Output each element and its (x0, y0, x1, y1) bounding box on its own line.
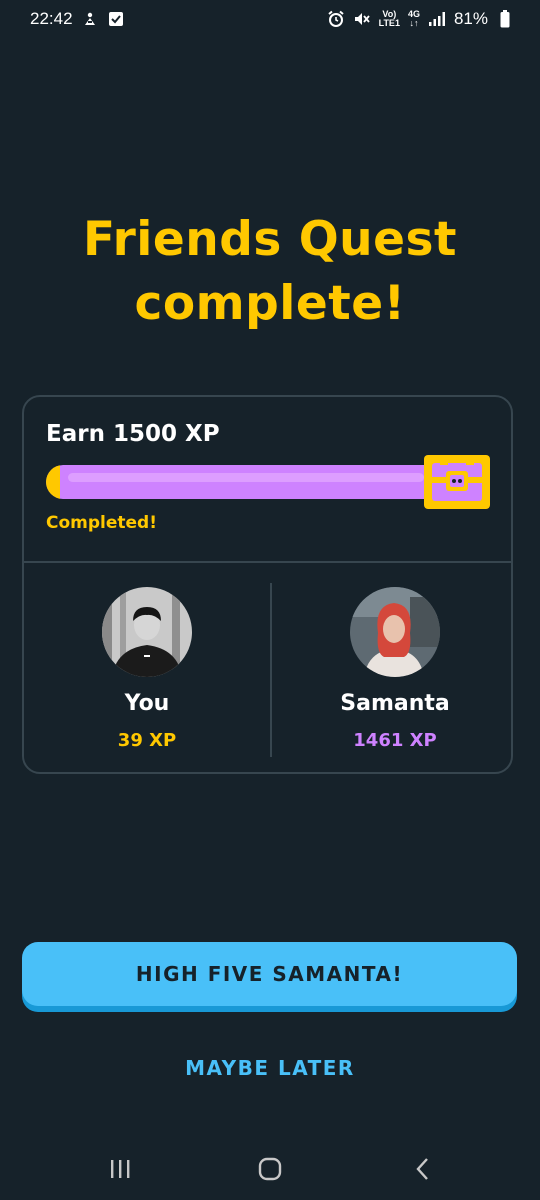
avatar (350, 587, 440, 677)
status-bar: 22:42 Vo) LTE1 4G ↓↑ 81% (0, 0, 540, 40)
network-volte: Vo) LTE1 (379, 10, 400, 28)
card-divider (24, 561, 511, 563)
quest-goal: Earn 1500 XP (46, 421, 220, 447)
muted-icon (353, 10, 371, 28)
network-gen: 4G ↓↑ (407, 9, 420, 28)
participant-xp: 39 XP (117, 730, 177, 751)
recent-apps-icon[interactable] (105, 1154, 135, 1184)
avatar (102, 587, 192, 677)
quest-card: Earn 1500 XP Completed! You 39 XP Samant… (22, 395, 513, 774)
progress-shine (68, 473, 424, 482)
participant-friend: Samanta 1461 XP (272, 587, 518, 751)
checkbox-notification-icon (107, 10, 125, 28)
title-line-2: complete! (134, 276, 406, 331)
title-line-1: Friends Quest (83, 212, 457, 267)
battery-icon (496, 10, 514, 28)
participant-name: You (124, 691, 170, 716)
page-title: Friends Quest complete! (0, 208, 540, 336)
status-time: 22:42 (30, 9, 73, 28)
progress-start-cap (46, 465, 60, 499)
alarm-icon (327, 10, 345, 28)
treasure-chest-icon (420, 451, 494, 513)
status-left: 22:42 (30, 9, 125, 29)
system-nav-bar (0, 1136, 540, 1200)
signal-icon (428, 10, 446, 28)
bixby-icon (81, 10, 99, 28)
quest-status: Completed! (46, 513, 157, 533)
home-icon[interactable] (255, 1154, 285, 1184)
participant-you: You 39 XP (24, 587, 270, 751)
back-icon[interactable] (408, 1154, 438, 1184)
quest-progress-fill (46, 465, 446, 499)
network-gen-label: 4G (407, 9, 420, 19)
status-right: Vo) LTE1 4G ↓↑ 81% (327, 9, 514, 29)
battery-percent: 81% (453, 9, 488, 28)
participant-name: Samanta (340, 691, 450, 716)
high-five-button[interactable]: HIGH FIVE SAMANTA! (22, 942, 517, 1006)
maybe-later-button[interactable]: MAYBE LATER (0, 1056, 540, 1080)
network-bottom: LTE1 (378, 18, 400, 28)
participant-xp: 1461 XP (353, 730, 437, 751)
quest-progress-bar (46, 465, 446, 499)
